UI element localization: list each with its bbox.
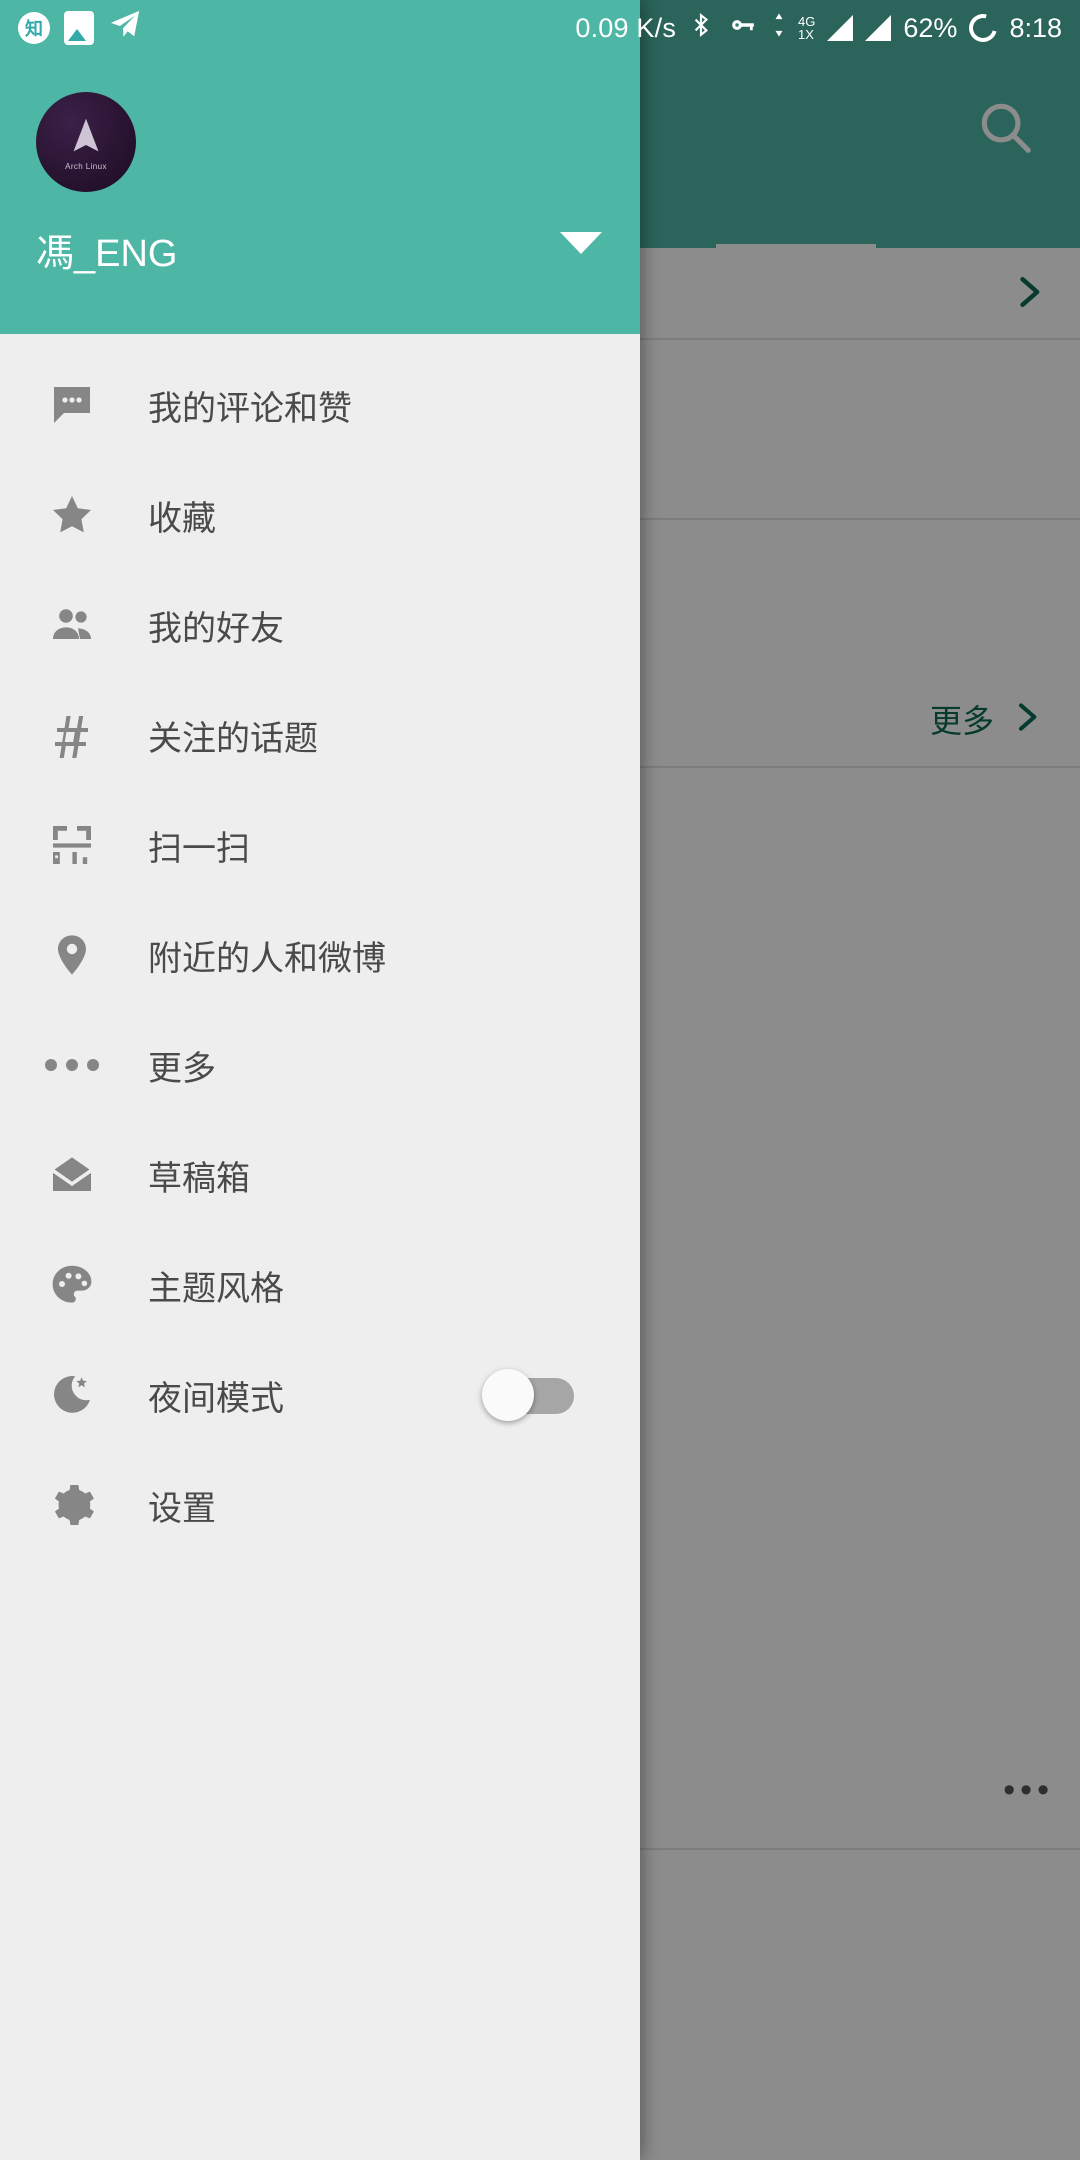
gear-icon <box>34 1481 110 1529</box>
clock-time: 8:18 <box>1009 12 1062 43</box>
people-icon <box>34 601 110 649</box>
vpn-key-icon <box>726 12 760 45</box>
arch-linux-logo-icon <box>73 118 99 151</box>
avatar-caption: Arch Linux <box>65 161 107 171</box>
menu-item-label: 夜间模式 <box>148 1379 284 1418</box>
menu-item-scan[interactable]: 扫一扫 <box>0 790 640 900</box>
network-speed: 0.09 K/s <box>575 12 677 43</box>
moon-star-icon <box>34 1371 110 1419</box>
more-dots-icon <box>34 1059 110 1071</box>
menu-item-label: 草稿箱 <box>148 1159 250 1198</box>
data-transfer-icon <box>772 10 786 47</box>
network-type-icon: 4G 1X <box>798 15 815 41</box>
toggle-knob[interactable] <box>482 1369 534 1421</box>
hashtag-icon <box>34 711 110 759</box>
location-pin-icon <box>34 931 110 979</box>
menu-item-label: 附近的人和微博 <box>148 939 386 978</box>
battery-percent: 62% <box>903 12 958 43</box>
menu-item-label: 我的好友 <box>148 609 284 648</box>
dropdown-triangle-icon[interactable] <box>560 232 602 254</box>
menu-item-label: 主题风格 <box>148 1269 284 1308</box>
status-bar-system: 0.09 K/s 4G 1X 62% 8:18 <box>575 8 1062 48</box>
menu-item-settings[interactable]: 设置 <box>0 1450 640 1560</box>
comment-icon <box>34 381 110 429</box>
palette-icon <box>34 1261 110 1309</box>
menu-item-followed-topics[interactable]: 关注的话题 <box>0 680 640 790</box>
star-icon <box>34 491 110 539</box>
menu-item-label: 扫一扫 <box>148 829 250 868</box>
signal-bars-icon-2 <box>865 15 892 41</box>
menu-item-label: 关注的话题 <box>148 719 318 758</box>
drawer-menu: 我的评论和赞 收藏 我的好友 关注的话题 扫一扫 附近的人和微博 更多 草稿箱 … <box>0 334 640 2160</box>
bluetooth-icon <box>688 10 714 47</box>
menu-item-my-friends[interactable]: 我的好友 <box>0 570 640 680</box>
menu-item-label: 收藏 <box>148 499 216 538</box>
night-mode-toggle[interactable] <box>482 1369 574 1421</box>
menu-item-label: 更多 <box>148 1049 216 1088</box>
menu-item-nearby[interactable]: 附近的人和微博 <box>0 900 640 1010</box>
telegram-icon <box>108 8 142 49</box>
menu-item-night-mode[interactable]: 夜间模式 <box>0 1340 640 1450</box>
menu-item-my-comments-likes[interactable]: 我的评论和赞 <box>0 350 640 460</box>
battery-circle-icon <box>964 8 1003 48</box>
menu-item-label: 设置 <box>148 1489 216 1528</box>
signal-bars-icon-1 <box>827 15 854 41</box>
account-username[interactable]: 馮_ENG <box>36 222 177 277</box>
menu-item-theme-style[interactable]: 主题风格 <box>0 1230 640 1340</box>
envelope-icon <box>34 1151 110 1199</box>
menu-item-favorites[interactable]: 收藏 <box>0 460 640 570</box>
network-type-secondary: 1X <box>798 27 814 42</box>
qrcode-scan-icon <box>34 821 110 869</box>
status-bar-notifications: 知 <box>18 8 142 49</box>
gallery-icon <box>64 11 94 45</box>
menu-item-more[interactable]: 更多 <box>0 1010 640 1120</box>
avatar[interactable]: Arch Linux <box>36 92 136 192</box>
menu-item-drafts[interactable]: 草稿箱 <box>0 1120 640 1230</box>
status-bar: 知 0.09 K/s 4G 1X 62% 8:18 <box>0 0 1080 56</box>
navigation-drawer: Arch Linux 馮_ENG 我的评论和赞 收藏 我的好友 关注的话题 扫一… <box>0 0 640 2160</box>
zhihu-icon: 知 <box>18 12 50 44</box>
menu-item-label: 我的评论和赞 <box>148 389 352 428</box>
